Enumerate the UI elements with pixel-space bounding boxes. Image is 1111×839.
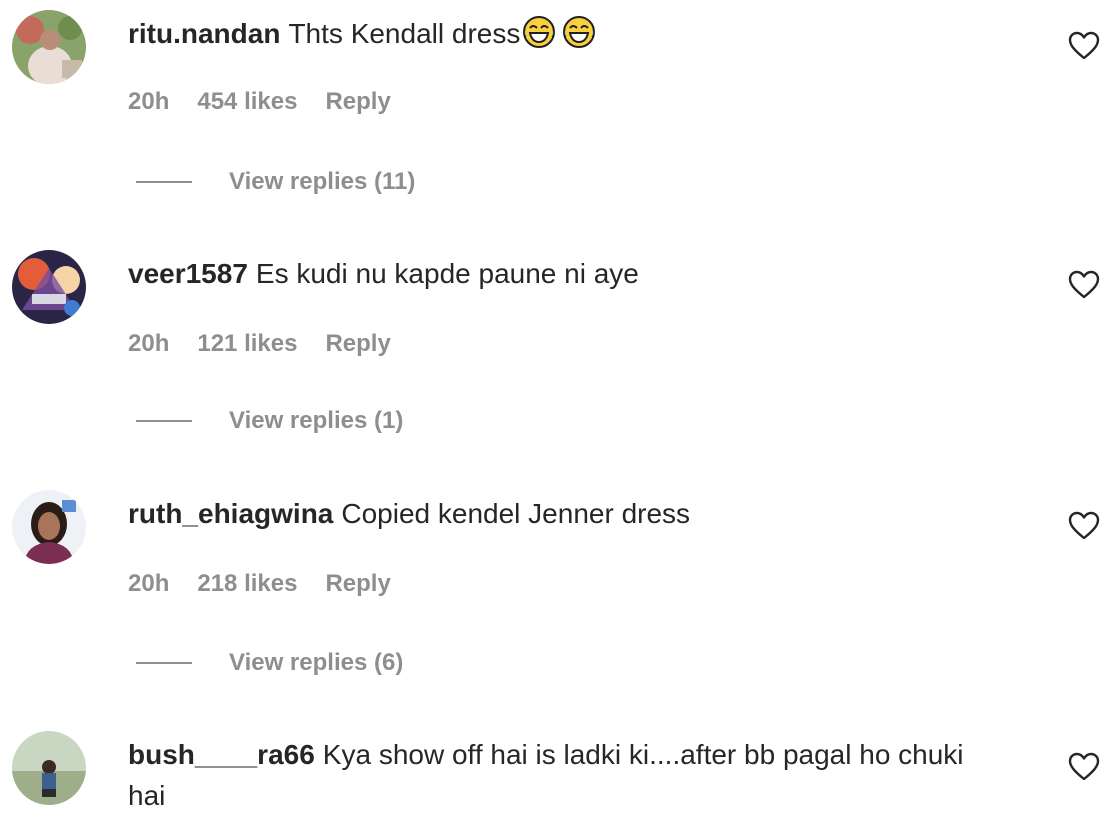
comment-text: Thts Kendall dress [288,18,521,49]
comment-body: bush____ra66 Kya show off hai is ladki ki… [128,734,1008,816]
avatar[interactable] [12,10,86,84]
avatar-image [12,731,86,805]
avatar-image [12,10,86,84]
face-with-tears-of-joy-icon [563,16,596,48]
comment-time[interactable]: 20h [128,570,169,598]
avatar-image [12,490,86,564]
comment-text: Es kudi nu kapde paune ni aye [255,258,639,289]
comment-meta: 20h 121 likes Reply [128,330,391,358]
avatar-image [12,250,86,324]
comment-time[interactable]: 20h [128,330,169,358]
comment-body: ritu.nandan Thts Kendall dress [128,13,1008,54]
comment-meta: 20h 218 likes Reply [128,570,391,598]
avatar[interactable] [12,250,86,324]
view-replies-button[interactable]: View replies (6) [136,649,403,677]
comment-likes[interactable]: 218 likes [197,570,297,598]
view-replies-button[interactable]: View replies (11) [136,168,415,196]
avatar[interactable] [12,490,86,564]
replies-divider-line [136,181,192,183]
view-replies-button[interactable]: View replies (1) [136,407,403,435]
comment-text: Copied kendel Jenner dress [341,498,691,529]
comment-likes[interactable]: 454 likes [197,88,297,116]
replies-divider-line [136,662,192,664]
heart-outline-icon[interactable] [1068,270,1100,300]
view-replies-label: View replies (6) [229,649,404,676]
view-replies-label: View replies (11) [229,168,416,195]
comment-username[interactable]: ritu.nandan [128,18,280,49]
comment-username[interactable]: veer1587 [128,258,248,289]
heart-outline-icon[interactable] [1068,31,1100,61]
comment-username[interactable]: ruth_ehiagwina [128,498,333,529]
face-with-tears-of-joy-icon [523,16,556,48]
heart-outline-icon[interactable] [1068,752,1100,782]
comment-time[interactable]: 20h [128,88,169,116]
heart-outline-icon[interactable] [1068,511,1100,541]
comment-meta: 20h 454 likes Reply [128,88,391,116]
reply-button[interactable]: Reply [325,88,390,116]
reply-button[interactable]: Reply [325,570,390,598]
view-replies-label: View replies (1) [229,407,404,434]
reply-button[interactable]: Reply [325,330,390,358]
comment-body: ruth_ehiagwina Copied kendel Jenner dress [128,493,1008,534]
comment-username[interactable]: bush____ra66 [128,739,315,770]
replies-divider-line [136,420,192,422]
comment-likes[interactable]: 121 likes [197,330,297,358]
avatar[interactable] [12,731,86,805]
comment-body: veer1587 Es kudi nu kapde paune ni aye [128,253,1008,294]
